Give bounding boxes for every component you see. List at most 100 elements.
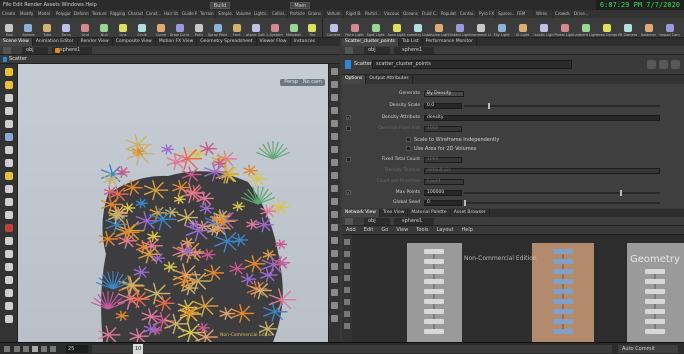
- tool-button[interactable]: [5, 315, 13, 323]
- view-tool-button[interactable]: [331, 289, 338, 296]
- network-tool-button[interactable]: [344, 323, 350, 329]
- scene-tab[interactable]: Instances: [291, 38, 320, 46]
- density-attribute-field[interactable]: density: [424, 115, 660, 121]
- network-tab[interactable]: Network View: [342, 209, 380, 217]
- tool-button[interactable]: [5, 302, 13, 310]
- shelf-tool[interactable]: Metaball: [284, 17, 303, 37]
- density-texture-field[interactable]: default.pic: [424, 168, 660, 174]
- back-arrow-icon[interactable]: [3, 47, 11, 54]
- shelf-tool[interactable]: Gamepad Camera: [659, 17, 680, 37]
- density-scale-field[interactable]: 0.0: [424, 103, 462, 109]
- network-node[interactable]: [553, 249, 573, 254]
- tool-button[interactable]: [5, 107, 13, 115]
- back-arrow-icon[interactable]: [345, 47, 353, 54]
- network-node[interactable]: [553, 269, 573, 274]
- network-tool-button[interactable]: [344, 275, 350, 281]
- view-tool-button[interactable]: [331, 211, 338, 218]
- tool-button[interactable]: [5, 185, 13, 193]
- shelf-tool[interactable]: Line: [114, 17, 133, 37]
- tool-button[interactable]: [5, 68, 13, 76]
- parameter-tab[interactable]: Tab List: [399, 38, 423, 46]
- network-tab[interactable]: Asset Browser: [451, 209, 490, 217]
- shelf-tool[interactable]: Caustic Light: [533, 17, 554, 37]
- first-frame-icon[interactable]: [14, 346, 20, 352]
- view-tool-button[interactable]: [331, 146, 338, 153]
- network-menu-item[interactable]: Tools: [412, 227, 432, 233]
- shelf-tool[interactable]: Sphere: [19, 17, 38, 37]
- scale-wireframe-checkbox[interactable]: [406, 137, 411, 142]
- shelf-tool[interactable]: File: [303, 17, 322, 37]
- auto-commit-menu[interactable]: Auto Commit: [618, 345, 678, 353]
- shelf-tool[interactable]: Area Light: [386, 17, 407, 37]
- network-node[interactable]: [424, 269, 444, 274]
- gear-icon[interactable]: [647, 60, 656, 69]
- step-forward-icon[interactable]: [41, 346, 47, 352]
- shelf-tool[interactable]: Null: [95, 17, 114, 37]
- network-tool-button[interactable]: [344, 287, 350, 293]
- tool-button[interactable]: [5, 198, 13, 206]
- network-tab[interactable]: Material Palette: [408, 209, 451, 217]
- view-tool-button[interactable]: [331, 94, 338, 101]
- scene-tab[interactable]: Composite View: [113, 38, 156, 46]
- network-node[interactable]: [645, 299, 665, 304]
- tab-output-attributes[interactable]: Output Attributes: [366, 75, 413, 84]
- max-points-slider[interactable]: [464, 190, 660, 196]
- network-node[interactable]: [553, 309, 573, 314]
- network-tool-button[interactable]: [344, 263, 350, 269]
- network-menu-item[interactable]: Help: [458, 227, 477, 233]
- network-node[interactable]: [645, 319, 665, 324]
- network-menu-item[interactable]: Layout: [433, 227, 458, 233]
- view-tool-button[interactable]: [331, 250, 338, 257]
- shelf-tool[interactable]: Camera: [323, 17, 344, 37]
- tool-button[interactable]: [5, 263, 13, 271]
- shelf-tool[interactable]: Grid: [76, 17, 95, 37]
- shelf-tool[interactable]: Sky Light: [491, 17, 512, 37]
- view-tool-button[interactable]: [331, 224, 338, 231]
- view-tool-button[interactable]: [331, 133, 338, 140]
- tool-button[interactable]: [5, 237, 13, 245]
- tool-button[interactable]: [5, 224, 13, 232]
- slider-handle[interactable]: [488, 103, 490, 109]
- override-field[interactable]: 1000: [424, 126, 462, 132]
- info-icon[interactable]: [671, 60, 680, 69]
- view-tool-button[interactable]: [331, 159, 338, 166]
- network-node[interactable]: [553, 259, 573, 264]
- tool-button[interactable]: [5, 289, 13, 297]
- shelf-tool[interactable]: L-System: [265, 17, 284, 37]
- tool-button[interactable]: [5, 211, 13, 219]
- parm-path-node[interactable]: sphere1: [394, 47, 434, 54]
- network-node[interactable]: [424, 259, 444, 264]
- network-node[interactable]: [553, 299, 573, 304]
- view-tool-button[interactable]: [331, 172, 338, 179]
- shelf-tool[interactable]: GI Light: [512, 17, 533, 37]
- view-tool-button[interactable]: [331, 263, 338, 270]
- network-node[interactable]: [553, 319, 573, 324]
- shelf-tool[interactable]: Path: [189, 17, 208, 37]
- network-node[interactable]: [645, 289, 665, 294]
- network-node[interactable]: [553, 279, 573, 284]
- tool-button[interactable]: [5, 120, 13, 128]
- global-seed-field[interactable]: 0: [424, 200, 462, 206]
- back-arrow-icon[interactable]: [345, 218, 353, 225]
- parameter-tab[interactable]: Performance Monitor: [423, 38, 477, 46]
- last-frame-icon[interactable]: [50, 346, 56, 352]
- shelf-tool[interactable]: Spray Paint: [208, 17, 227, 37]
- max-points-field[interactable]: 100000: [424, 190, 462, 196]
- shelf-tool[interactable]: Spot Light: [365, 17, 386, 37]
- shelf-tool[interactable]: Distant Light: [449, 17, 470, 37]
- slider-handle[interactable]: [620, 190, 622, 196]
- network-node[interactable]: [424, 319, 444, 324]
- node-name-field[interactable]: scatter_cluster_points: [372, 60, 572, 69]
- persp-menu[interactable]: Persp: [280, 79, 302, 86]
- help-icon[interactable]: [659, 60, 668, 69]
- network-node[interactable]: [424, 279, 444, 284]
- tool-button[interactable]: [5, 172, 13, 180]
- scene-tab[interactable]: Viewer Flow: [257, 38, 291, 46]
- scene-tab[interactable]: Scene View: [0, 38, 33, 46]
- scene-tab[interactable]: Geometry Spreadsheet: [197, 38, 257, 46]
- network-node[interactable]: [424, 249, 444, 254]
- shelf-tool[interactable]: Ambient Light: [575, 17, 596, 37]
- network-tool-button[interactable]: [344, 311, 350, 317]
- tool-button[interactable]: [5, 146, 13, 154]
- shelf-tool[interactable]: Draw Curve: [170, 17, 189, 37]
